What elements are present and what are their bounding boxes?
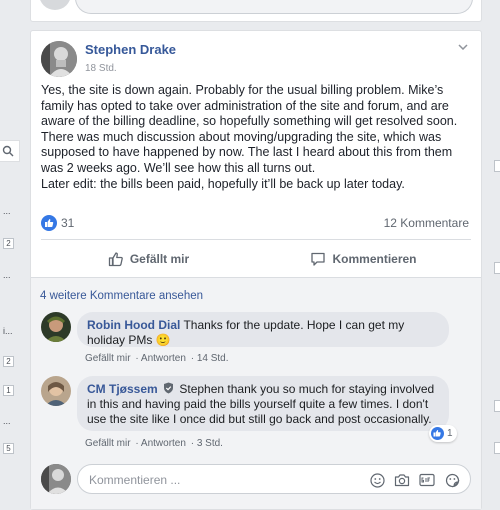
comment-author[interactable]: Robin Hood Dial: [87, 318, 180, 332]
post-paragraph: Later edit: the bills been paid, hopeful…: [41, 176, 405, 191]
gif-icon[interactable]: [419, 472, 435, 488]
comment-input-placeholder: Kommentieren ...: [89, 473, 181, 487]
comment-reaction-summary[interactable]: 1: [429, 425, 457, 442]
comment-reply-link[interactable]: Antworten: [141, 438, 186, 449]
truncated-menu-dots: ...: [3, 270, 11, 280]
camera-icon[interactable]: [394, 472, 410, 488]
comment-button-label: Kommentieren: [332, 252, 417, 266]
avatar: [39, 0, 71, 10]
post-stats: 31 12 Kommentare: [41, 213, 469, 233]
comment-like-link[interactable]: Gefällt mir: [85, 438, 131, 449]
comment-count[interactable]: 12 Kommentare: [384, 216, 469, 230]
search-box-edge[interactable]: [0, 140, 20, 162]
previous-post-card-edge: [30, 0, 482, 22]
left-column-edge: ... 2 ... i... 2 1 ... 5: [0, 0, 20, 510]
edge-widget: [494, 442, 500, 454]
edge-widget: [494, 160, 500, 172]
speech-bubble-icon: [311, 252, 326, 266]
post-actions: Gefällt mir Kommentieren: [41, 243, 471, 275]
comment-reaction-count: 1: [447, 428, 453, 439]
avatar: [41, 464, 71, 494]
comment-reply-link[interactable]: Antworten: [141, 353, 186, 364]
comment-time[interactable]: 14 Std.: [197, 353, 229, 364]
right-column-edge: [490, 0, 500, 510]
comment-bubble: Robin Hood Dial Thanks for the update. H…: [77, 312, 449, 347]
thumbs-up-icon: [108, 252, 123, 267]
divider: [41, 239, 471, 240]
sticker-icon[interactable]: [444, 472, 460, 488]
count-badge: 2: [3, 238, 14, 249]
like-button-label: Gefällt mir: [129, 252, 190, 266]
comment-meta: Gefällt mir · Antworten · 14 Std.: [85, 353, 229, 364]
like-button[interactable]: Gefällt mir: [41, 243, 256, 275]
comment-input[interactable]: Kommentieren ...: [77, 464, 471, 494]
comment: CM Tjøssem Stephen thank you so much for…: [41, 376, 457, 456]
view-more-comments-link[interactable]: 4 weitere Kommentare ansehen: [40, 290, 203, 302]
comment-composer: Kommentieren ...: [41, 464, 471, 496]
search-icon: [2, 145, 14, 157]
count-badge: 5: [3, 443, 14, 454]
post-card: Stephen Drake 18 Std. Yes, the site is d…: [30, 30, 482, 510]
shield-icon: [164, 382, 174, 394]
edge-widget: [494, 262, 500, 274]
post-body: Yes, the site is down again. Probably fo…: [41, 83, 473, 192]
avatar[interactable]: [41, 376, 71, 406]
emoji-icon[interactable]: [369, 472, 385, 488]
truncated-menu-dots: i...: [3, 326, 13, 336]
like-reaction-icon: [431, 427, 444, 440]
post-timestamp[interactable]: 18 Std.: [85, 63, 117, 74]
chevron-down-icon: [458, 44, 468, 50]
truncated-menu-dots: ...: [3, 416, 11, 426]
count-badge: 1: [3, 385, 14, 396]
count-badge: 2: [3, 356, 14, 367]
edge-widget: [494, 400, 500, 412]
post-options-button[interactable]: [455, 41, 471, 53]
comment-time[interactable]: 3 Std.: [197, 438, 223, 449]
post-author[interactable]: Stephen Drake: [85, 42, 176, 57]
like-count[interactable]: 31: [61, 216, 74, 230]
truncated-menu-dots: ...: [3, 206, 11, 216]
post-header: Stephen Drake 18 Std.: [41, 41, 471, 77]
avatar[interactable]: [41, 312, 71, 342]
post-paragraph: Yes, the site is down again. Probably fo…: [41, 83, 458, 175]
comment-like-link[interactable]: Gefällt mir: [85, 353, 131, 364]
comments-section: 4 weitere Kommentare ansehen Robin Hood …: [31, 277, 481, 509]
avatar[interactable]: [41, 41, 77, 77]
comment-meta: Gefällt mir · Antworten · 3 Std.: [85, 438, 223, 449]
comment-author[interactable]: CM Tjøssem: [87, 382, 158, 396]
comment-button[interactable]: Kommentieren: [256, 243, 471, 275]
comment: Robin Hood Dial Thanks for the update. H…: [41, 312, 451, 372]
comment-bubble: CM Tjøssem Stephen thank you so much for…: [77, 376, 449, 431]
composer-icons: [369, 472, 460, 488]
comment-input-edge[interactable]: [75, 0, 473, 14]
like-reaction-icon[interactable]: [41, 215, 57, 231]
